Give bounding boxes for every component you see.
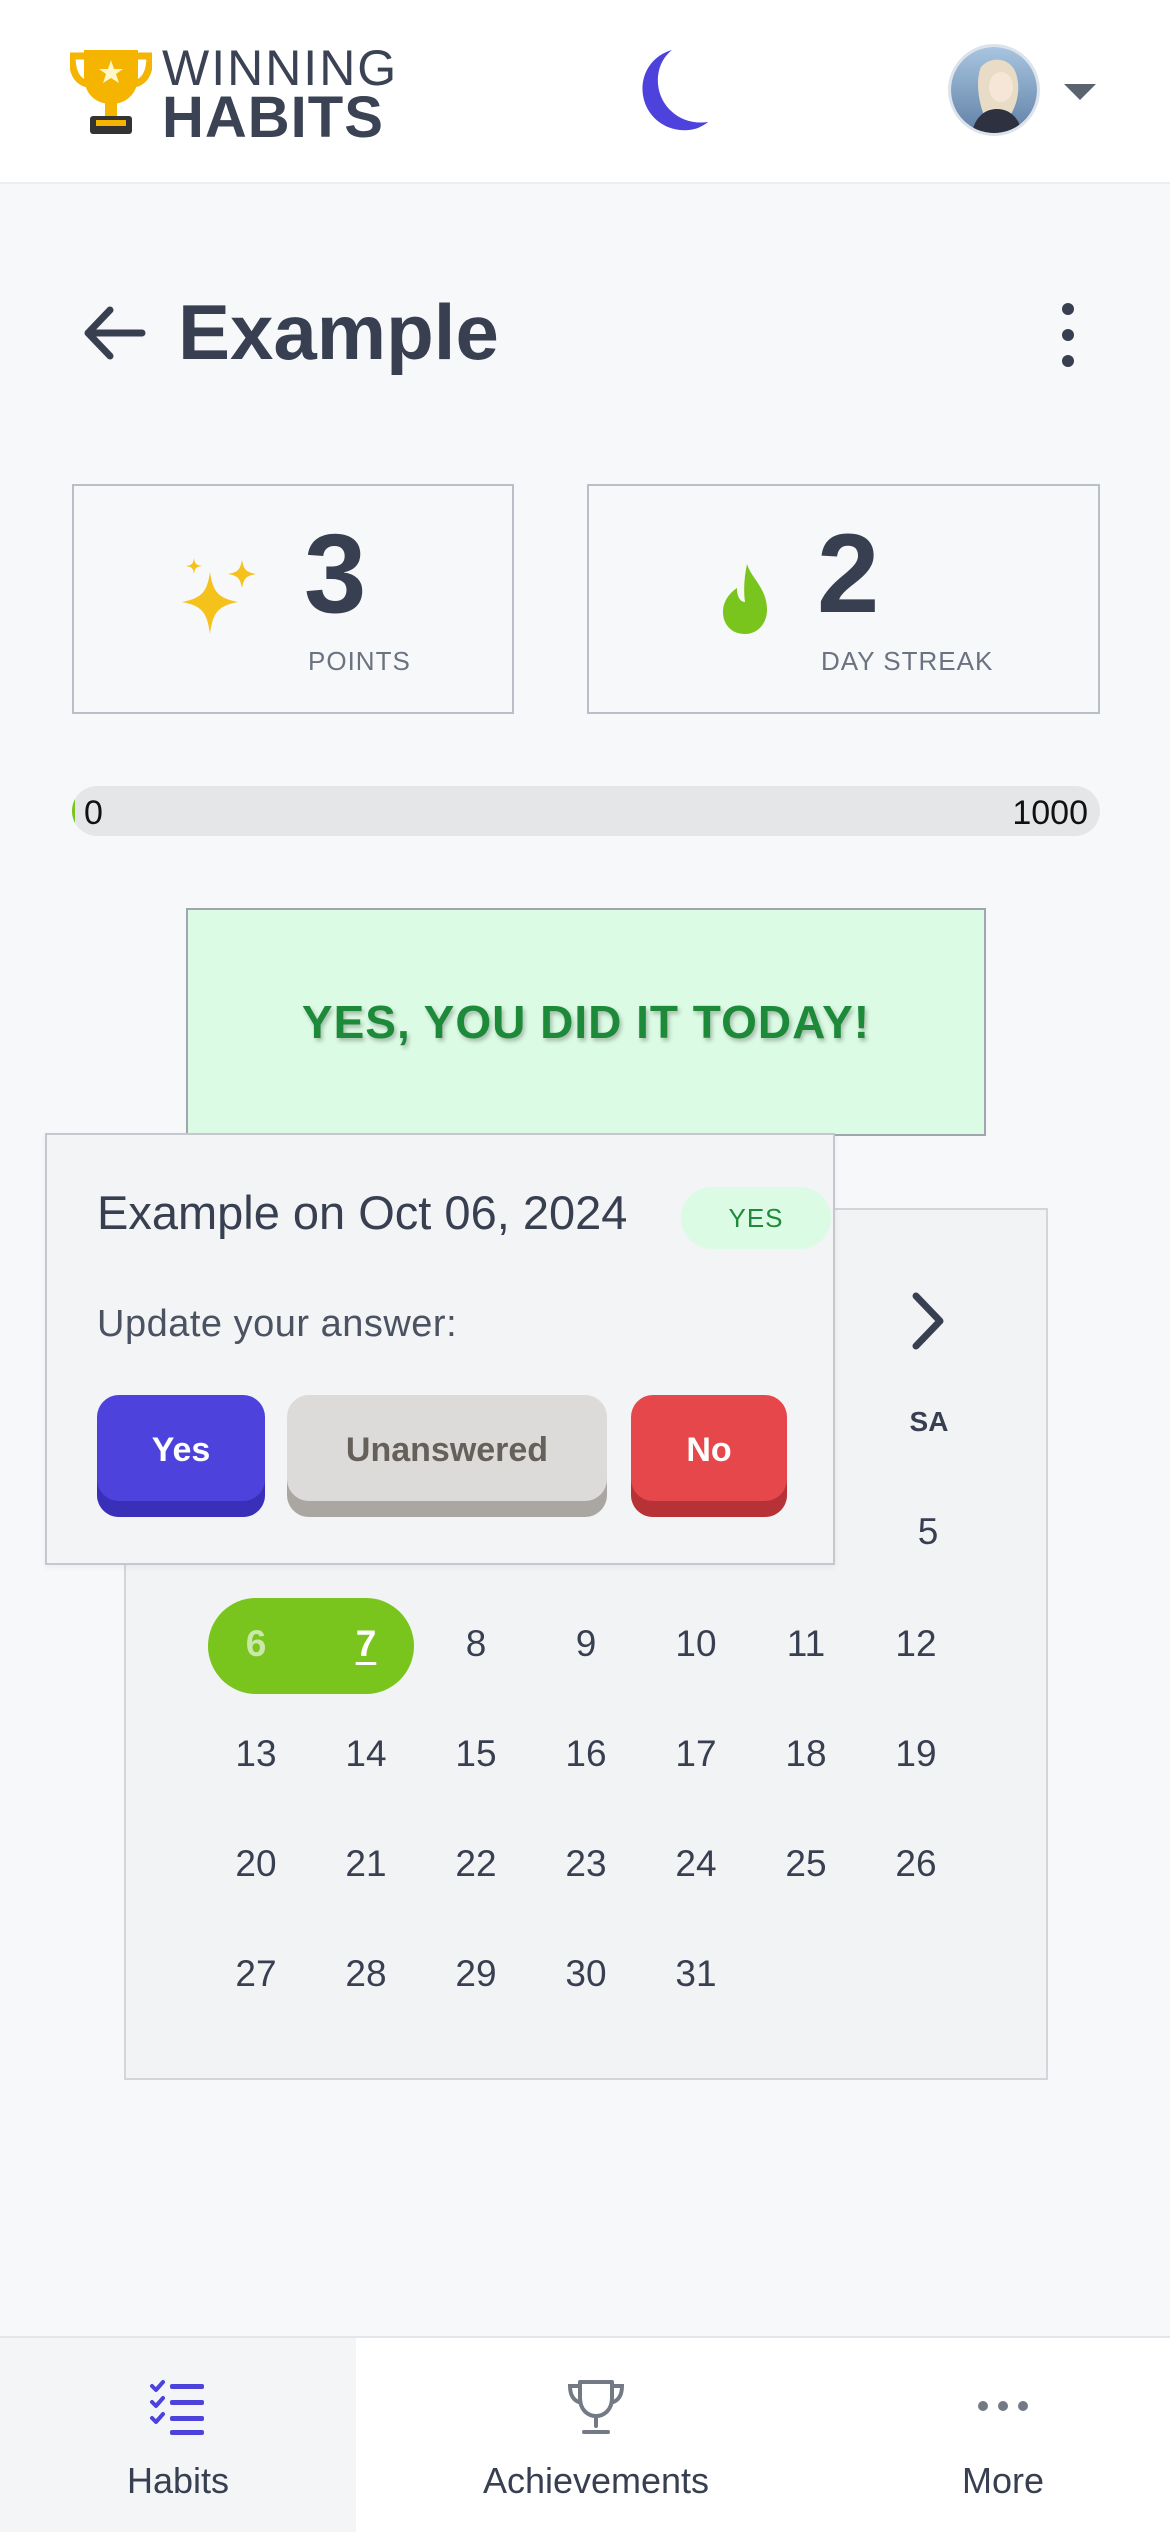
calendar-day[interactable]: 10 [646,1614,746,1674]
calendar-day[interactable]: 19 [866,1724,966,1784]
calendar-day[interactable]: 30 [536,1944,636,2004]
calendar-day[interactable]: 23 [536,1834,636,1894]
answer-no-label: No [686,1430,732,1469]
nav-label-achievements: Achievements [482,2460,710,2501]
trophy-icon [567,2380,625,2434]
completion-banner: YES, YOU DID IT TODAY! [186,908,986,1136]
answer-status-badge: YES [681,1187,831,1249]
checklist-icon [150,2380,204,2435]
progress-min-label: 0 [84,794,103,832]
day-answer-popover: Example on Oct 06, 2024 YES Update your … [45,1133,835,1565]
answer-unanswered-label: Unanswered [345,1430,549,1469]
calendar-day[interactable]: 24 [646,1834,746,1894]
calendar-day[interactable]: 15 [426,1724,526,1784]
flame-icon [723,564,767,634]
app-logo[interactable]: WINNING HABITS [70,42,410,148]
popover-title: Example on Oct 06, 2024 [97,1186,628,1239]
points-card: 3 POINTS [72,484,514,714]
calendar-day[interactable]: 28 [316,1944,416,2004]
caret-down-icon[interactable] [1062,80,1098,104]
answer-unanswered-button[interactable]: Unanswered [287,1395,607,1517]
points-value: 3 [304,511,367,636]
answer-yes-button[interactable]: Yes [97,1395,265,1517]
bottom-navigation: Habits Achievements More [0,2336,1170,2532]
progress-max-label: 1000 [1012,794,1088,832]
calendar-day[interactable]: 27 [206,1944,306,2004]
calendar-day-5[interactable]: 5 [878,1502,978,1562]
calendar-day[interactable]: 22 [426,1834,526,1894]
calendar-day[interactable]: 29 [426,1944,526,2004]
streak-card: 2 DAY STREAK [587,484,1100,714]
page-title: Example [178,288,499,376]
streak-label: DAY STREAK [821,646,994,676]
nav-tab-achievements[interactable]: Achievements [356,2338,836,2532]
calendar-day[interactable]: 21 [316,1834,416,1894]
calendar-day[interactable]: 11 [756,1614,856,1674]
logo-text-habits: HABITS [162,85,384,150]
points-progress-bar: 0 1000 [72,786,1100,836]
calendar-day[interactable]: 13 [206,1724,306,1784]
answer-no-button[interactable]: No [631,1395,787,1517]
calendar-day[interactable]: 18 [756,1724,856,1784]
popover-subtitle: Update your answer: [97,1303,458,1345]
calendar-day[interactable]: 12 [866,1614,966,1674]
ellipsis-icon [978,2401,1028,2411]
trophy-logo-icon [70,50,152,134]
nav-tab-more[interactable]: More [836,2338,1170,2532]
answer-yes-label: Yes [151,1430,211,1469]
calendar-day[interactable]: 26 [866,1834,966,1894]
calendar-day[interactable]: 14 [316,1724,416,1784]
points-label: POINTS [308,646,411,676]
avatar-image [951,47,1037,133]
calendar-day-6[interactable]: 6 [206,1614,306,1674]
calendar-day-7-today[interactable]: 7 [316,1614,416,1674]
calendar-day[interactable]: 25 [756,1834,856,1894]
calendar-day[interactable]: 16 [536,1724,636,1784]
back-arrow-icon[interactable] [80,300,146,366]
app-header: WINNING HABITS [0,0,1170,184]
moon-icon[interactable] [620,46,710,138]
completion-banner-text: YES, YOU DID IT TODAY! [301,996,871,1048]
calendar-day[interactable]: 9 [536,1614,636,1674]
nav-tab-habits[interactable]: Habits [0,2338,356,2532]
calendar-day[interactable]: 17 [646,1724,746,1784]
nav-label-habits: Habits [126,2460,230,2501]
user-avatar[interactable] [948,44,1040,136]
progress-fill [72,786,76,836]
nav-label-more: More [961,2460,1045,2501]
streak-value: 2 [817,511,880,636]
calendar-day[interactable]: 8 [426,1614,526,1674]
sparkles-icon [182,558,256,634]
more-options-icon[interactable] [1045,300,1091,370]
chevron-right-icon[interactable] [898,1286,958,1356]
weekday-header-sa: SA [909,1406,949,1437]
calendar-day[interactable]: 31 [646,1944,746,2004]
calendar-day[interactable]: 20 [206,1834,306,1894]
